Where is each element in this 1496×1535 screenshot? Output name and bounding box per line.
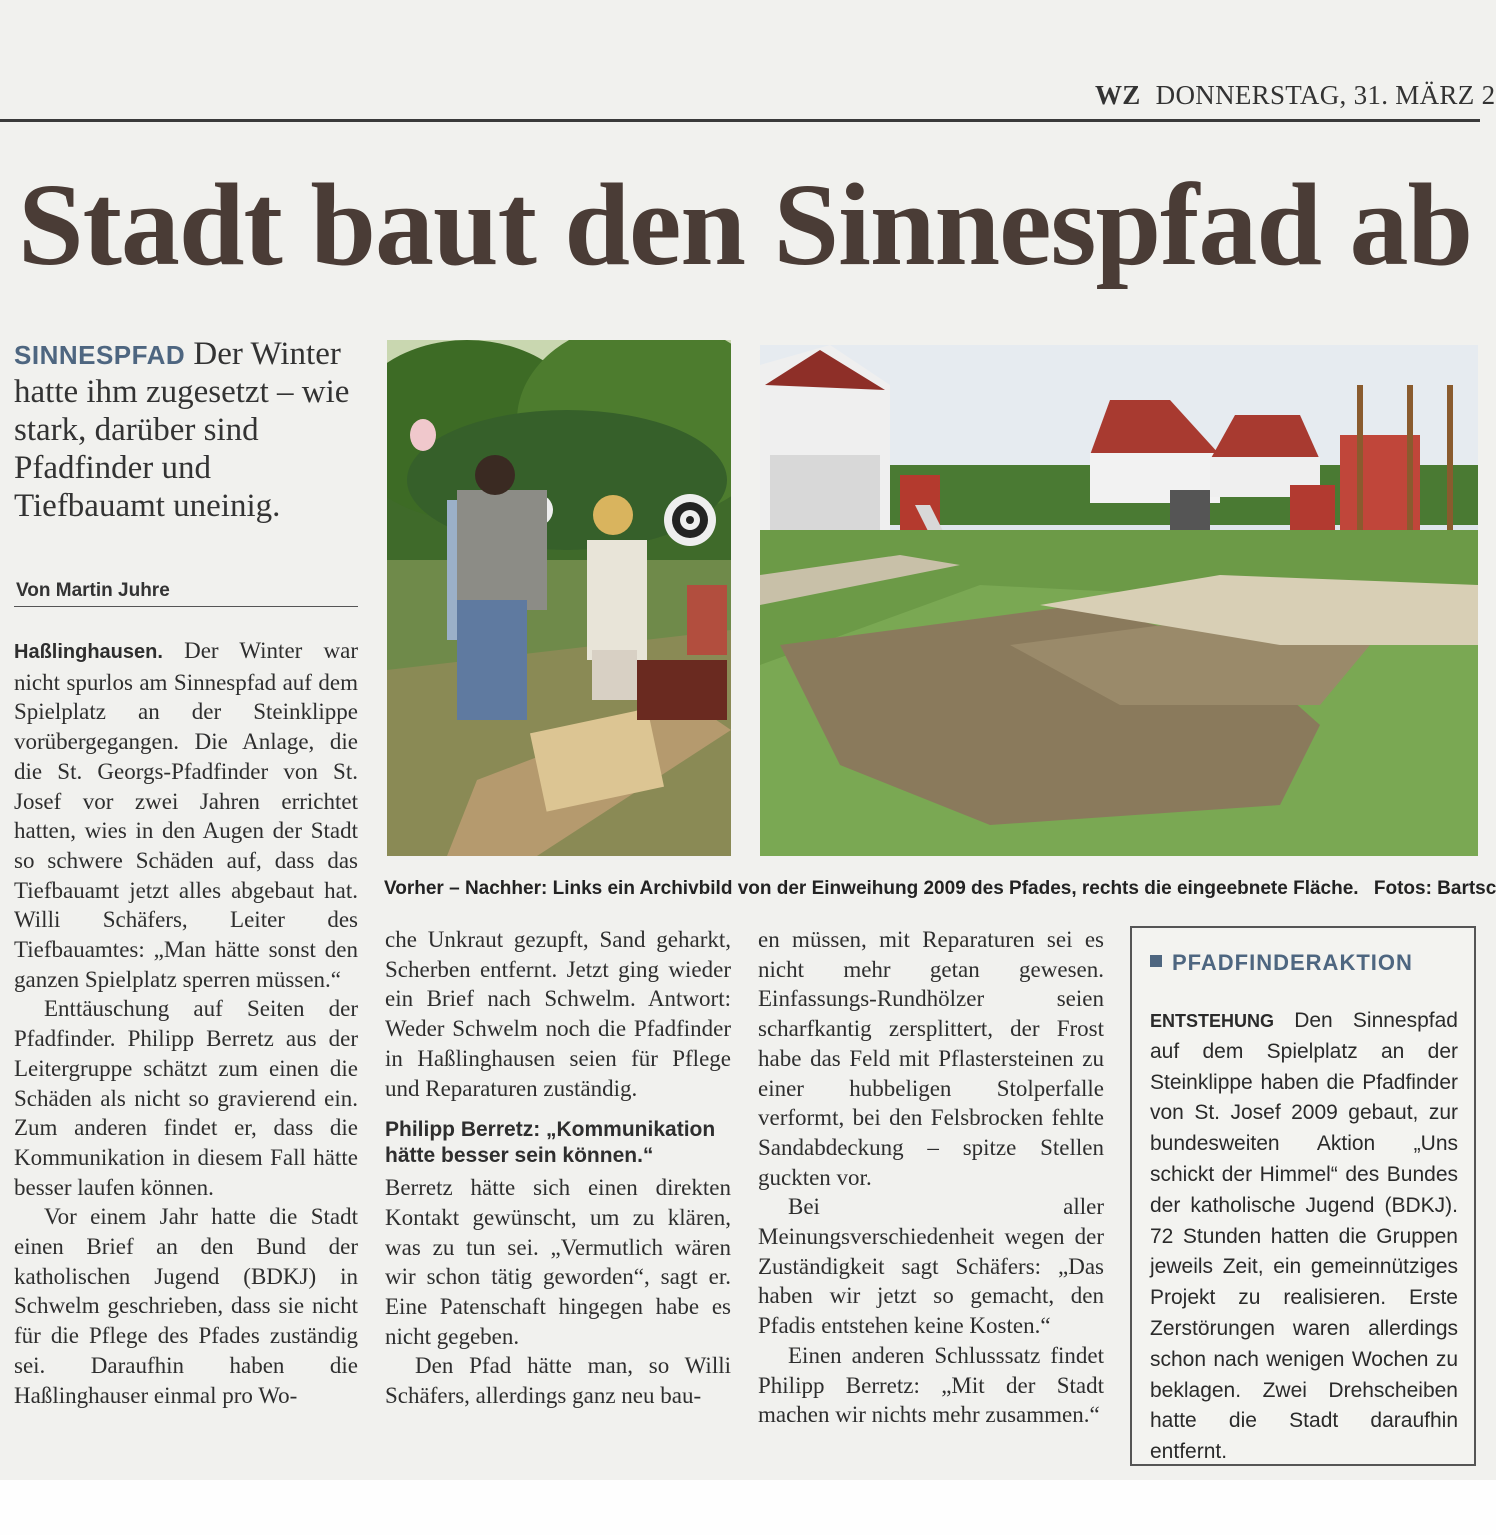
col1-paragraph-2: Enttäuschung auf Seiten der Pfadfinder. …: [14, 996, 358, 1200]
scan-margin: [0, 1480, 1496, 1535]
info-box-body: Den Sinnespfad auf dem Spielplatz an der…: [1150, 1009, 1458, 1464]
intro-kicker: SINNESPFAD: [14, 340, 186, 370]
headline: Stadt baut den Sinnespfad ab: [18, 159, 1473, 290]
square-bullet-icon: [1150, 955, 1162, 967]
issue-date: DONNERSTAG, 31. MÄRZ 2011: [1155, 80, 1496, 110]
article-column-1: Haßlinghausen. Der Winter war nicht spur…: [14, 636, 358, 1410]
col2-paragraph-2: Berretz hätte sich einen direkten Kontak…: [385, 1175, 731, 1349]
photo-before: [387, 340, 731, 856]
col2-subhead: Philipp Berretz: „Kommunikation hätte be…: [385, 1118, 716, 1168]
col1-p1-text: Der Winter war nicht spurlos am Sinnespf…: [14, 638, 358, 992]
article-column-2: che Unkraut gezupft, Sand geharkt, Scher…: [385, 925, 731, 1411]
col1-paragraph-3: Vor einem Jahr hatte die Stadt einen Bri…: [14, 1204, 358, 1408]
byline: Von Martin Juhre: [16, 580, 170, 601]
dateline: Haßlinghausen.: [14, 641, 163, 663]
info-box-title: PFADFINDERAKTION: [1150, 950, 1458, 976]
photo-credit: Fotos: Bartsch: [1373, 878, 1496, 899]
col3-paragraph-3: Einen anderen Schlusssatz findet Philipp…: [758, 1342, 1104, 1428]
byline-rule: [14, 606, 358, 607]
article-column-3: en müssen, mit Reparaturen sei es nicht …: [758, 925, 1104, 1430]
paper-name: WZ: [1095, 80, 1141, 110]
col3-paragraph-2: Bei aller Meinungsverschiedenheit wegen …: [758, 1194, 1104, 1339]
info-box-lead: ENTSTEHUNG: [1150, 1011, 1275, 1031]
col2-paragraph-1: che Unkraut gezupft, Sand geharkt, Scher…: [385, 927, 731, 1101]
col1-paragraph-1: Haßlinghausen. Der Winter war nicht spur…: [14, 636, 358, 994]
photo-after: [760, 345, 1478, 856]
info-box-title-text: PFADFINDERAKTION: [1172, 950, 1413, 975]
caption-text: Vorher – Nachher: Links ein Archivbild v…: [384, 878, 1359, 899]
col3-paragraph-1: en müssen, mit Reparaturen sei es nicht …: [758, 927, 1104, 1190]
masthead: WZ DONNERSTAG, 31. MÄRZ 2011: [1095, 80, 1496, 111]
masthead-rule: [0, 119, 1480, 122]
photo-caption: Vorher – Nachher: Links ein Archivbild v…: [384, 878, 1496, 900]
photo-before-image: [387, 340, 731, 856]
info-box: PFADFINDERAKTION ENTSTEHUNG Den Sinnespf…: [1130, 926, 1476, 1466]
intro: SINNESPFAD Der Winter hatte ihm zugesetz…: [14, 336, 364, 526]
photo-after-image: [760, 345, 1478, 856]
info-box-text: ENTSTEHUNG Den Sinnespfad auf dem Spielp…: [1150, 1006, 1458, 1468]
col2-paragraph-3: Den Pfad hätte man, so Willi Schäfers, a…: [385, 1353, 731, 1409]
